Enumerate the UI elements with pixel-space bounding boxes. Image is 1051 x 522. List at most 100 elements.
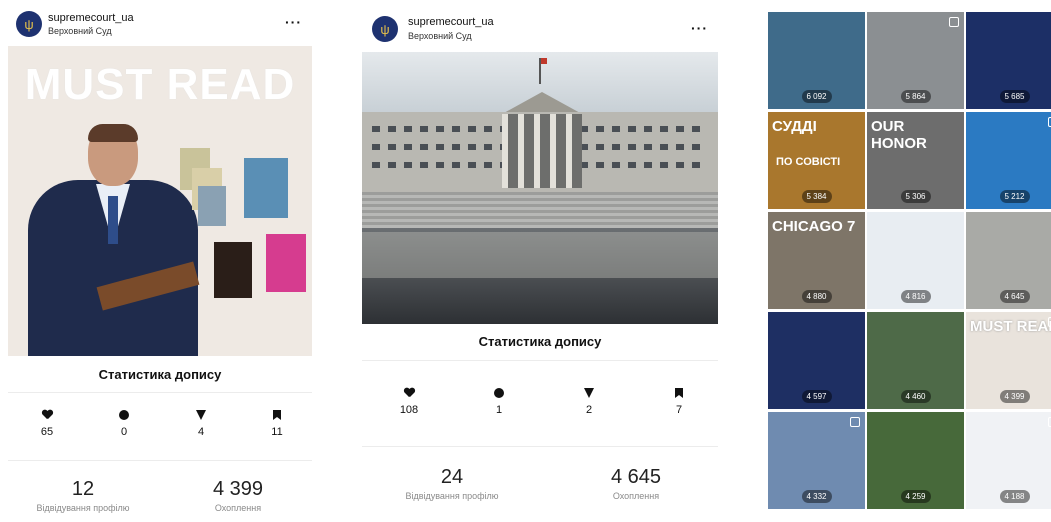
tile-text: СУДДІ xyxy=(772,118,817,135)
more-options-button[interactable]: ··· xyxy=(285,14,302,30)
reach-label: Охоплення xyxy=(214,503,262,513)
bookmark-icon xyxy=(273,410,281,420)
view-count: 5 384 xyxy=(801,190,832,203)
post-insights-panel-2: ψ supremecourt_ua Верховний Суд ··· Стат… xyxy=(362,0,718,522)
grid-post-tile[interactable]: OUR HONOR 5 306 xyxy=(867,112,964,209)
image-headline: MUST READ xyxy=(24,60,296,109)
grid-post-tile[interactable]: 4 332 xyxy=(768,412,865,509)
account-subtitle: Верховний Суд xyxy=(48,26,112,36)
tile-subtext: ПО СОВІСТІ xyxy=(776,156,841,168)
profile-visits-value: 12 xyxy=(71,478,95,500)
comment-icon xyxy=(119,410,129,420)
heart-icon xyxy=(404,388,414,398)
grid-post-tile[interactable]: 4 460 xyxy=(867,312,964,409)
view-count: 4 645 xyxy=(999,290,1030,303)
comments-count: 1 xyxy=(495,404,503,416)
post-image[interactable]: MUST READ xyxy=(8,46,312,356)
grid-post-tile[interactable]: 4 259 xyxy=(867,412,964,509)
view-count: 5 864 xyxy=(900,90,931,103)
trident-icon: ψ xyxy=(24,16,34,32)
username[interactable]: supremecourt_ua xyxy=(408,16,494,28)
comments-metric: 0 xyxy=(109,410,139,438)
person-figure xyxy=(28,124,200,356)
view-count: 5 685 xyxy=(999,90,1030,103)
view-count: 4 460 xyxy=(900,390,931,403)
carousel-icon xyxy=(949,17,959,27)
reach-label: Охоплення xyxy=(612,491,660,501)
divider xyxy=(8,460,312,461)
grid-post-tile[interactable]: 5 864 xyxy=(867,12,964,109)
profile-posts-grid: 6 092 5 864 5 685 СУДДІ ПО СОВІСТІ 5 384 OUR H… xyxy=(766,0,1051,522)
profile-visits: 24 Відвідування профілю xyxy=(382,466,522,501)
view-count: 4 259 xyxy=(900,490,931,503)
reach: 4 645 Охоплення xyxy=(576,466,696,501)
view-count: 4 597 xyxy=(801,390,832,403)
trident-icon: ψ xyxy=(380,21,390,37)
view-count: 6 092 xyxy=(801,90,832,103)
likes-metric: 65 xyxy=(32,410,62,438)
divider xyxy=(362,360,718,361)
shares-count: 2 xyxy=(585,404,593,416)
profile-visits: 12 Відвідування профілю xyxy=(18,478,148,513)
saves-count: 7 xyxy=(675,404,683,416)
stats-title: Статистика допису xyxy=(478,334,602,349)
post-header: ψ supremecourt_ua Верховний Суд ··· xyxy=(362,0,718,50)
reach: 4 399 Охоплення xyxy=(178,478,298,513)
view-count: 4 332 xyxy=(801,490,832,503)
more-options-button[interactable]: ··· xyxy=(691,20,708,36)
carousel-icon xyxy=(850,417,860,427)
shares-metric: 2 xyxy=(574,388,604,416)
share-icon xyxy=(584,388,594,398)
view-count: 4 399 xyxy=(999,390,1030,403)
divider xyxy=(362,446,718,447)
avatar[interactable]: ψ xyxy=(372,16,398,42)
likes-metric: 108 xyxy=(394,388,424,416)
shares-count: 4 xyxy=(197,426,205,438)
view-count: 5 212 xyxy=(999,190,1030,203)
comments-metric: 1 xyxy=(484,388,514,416)
profile-visits-value: 24 xyxy=(440,466,464,488)
stats-title: Статистика допису xyxy=(98,367,222,382)
profile-visits-label: Відвідування профілю xyxy=(405,491,499,501)
grid-post-tile[interactable]: MUST READ 4 399 xyxy=(966,312,1051,409)
grid-post-tile[interactable]: 5 685 xyxy=(966,12,1051,109)
saves-metric: 7 xyxy=(664,388,694,416)
grid-post-tile[interactable]: CHICAGO 7 4 880 xyxy=(768,212,865,309)
grid-post-tile[interactable]: СУДДІ ПО СОВІСТІ 5 384 xyxy=(768,112,865,209)
book-cover xyxy=(244,158,288,218)
reach-value: 4 645 xyxy=(610,466,662,488)
view-count: 5 306 xyxy=(900,190,931,203)
share-icon xyxy=(196,410,206,420)
tile-text: MUST READ xyxy=(970,318,1051,335)
book-cover xyxy=(198,186,226,226)
post-header: ψ supremecourt_ua Верховний Суд ··· xyxy=(8,0,312,44)
profile-visits-label: Відвідування профілю xyxy=(36,503,130,513)
comment-icon xyxy=(494,388,504,398)
likes-count: 65 xyxy=(40,426,54,438)
saves-count: 11 xyxy=(271,426,283,438)
grid-post-tile[interactable]: 5 212 xyxy=(966,112,1051,209)
view-count: 4 880 xyxy=(801,290,832,303)
heart-icon xyxy=(42,410,52,420)
book-cover xyxy=(214,242,252,298)
account-subtitle: Верховний Суд xyxy=(408,31,472,41)
divider xyxy=(8,392,312,393)
username[interactable]: supremecourt_ua xyxy=(48,12,134,24)
book-cover xyxy=(266,234,306,292)
tile-text: CHICAGO 7 xyxy=(772,218,856,235)
saves-metric: 11 xyxy=(262,410,292,438)
post-insights-panel-1: ψ supremecourt_ua Верховний Суд ··· MUST… xyxy=(8,0,312,522)
comments-count: 0 xyxy=(120,426,128,438)
grid-post-tile[interactable]: 4 645 xyxy=(966,212,1051,309)
bookmark-icon xyxy=(675,388,683,398)
avatar[interactable]: ψ xyxy=(16,11,42,37)
likes-count: 108 xyxy=(399,404,419,416)
grid-post-tile[interactable]: 6 092 xyxy=(768,12,865,109)
grid-post-tile[interactable]: 4 597 xyxy=(768,312,865,409)
grid-post-tile[interactable]: 4 816 xyxy=(867,212,964,309)
tile-text: OUR HONOR xyxy=(871,118,927,152)
shares-metric: 4 xyxy=(186,410,216,438)
grid-post-tile[interactable]: 4 188 xyxy=(966,412,1051,509)
view-count: 4 816 xyxy=(900,290,931,303)
post-image[interactable] xyxy=(362,52,718,324)
